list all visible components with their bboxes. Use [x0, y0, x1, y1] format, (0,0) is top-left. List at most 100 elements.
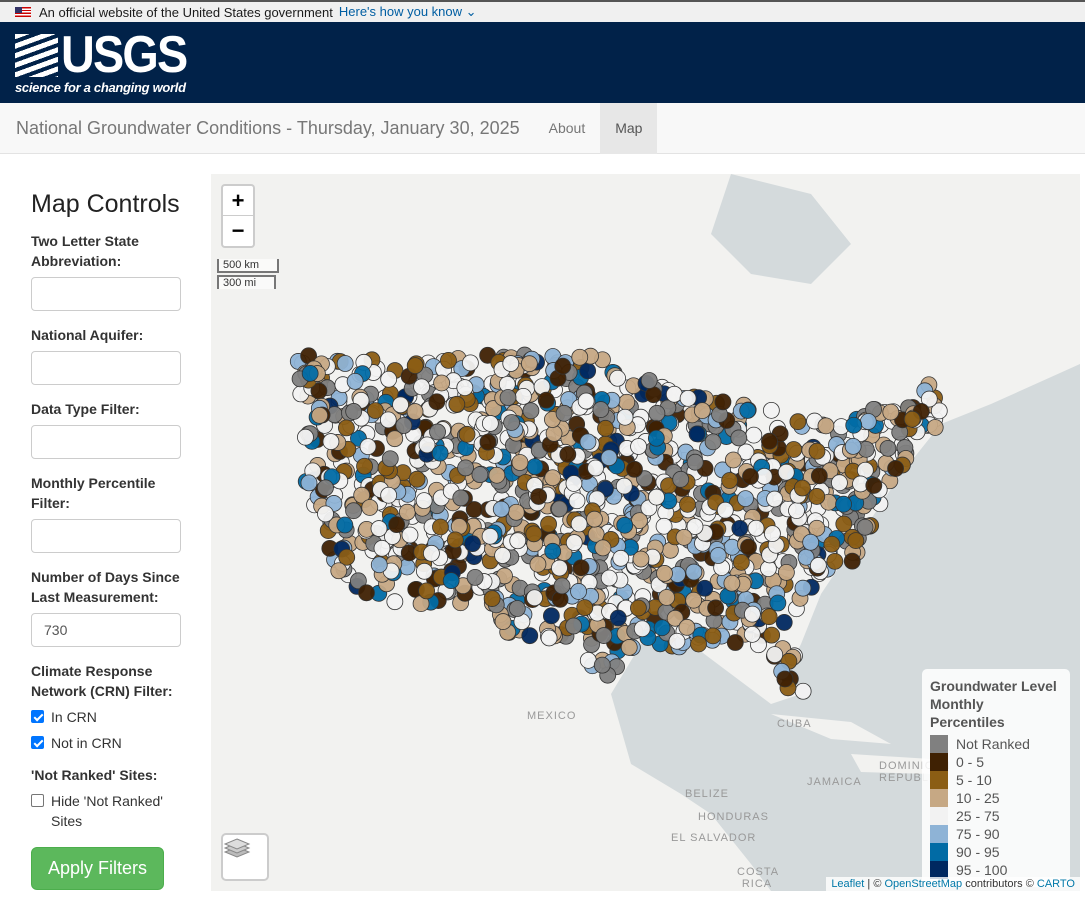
- site-marker[interactable]: [336, 355, 354, 372]
- site-marker[interactable]: [520, 355, 538, 373]
- zoom-in-button[interactable]: +: [223, 186, 253, 216]
- site-marker[interactable]: [456, 379, 474, 397]
- site-marker[interactable]: [609, 369, 626, 387]
- checkbox-icon[interactable]: [31, 794, 44, 807]
- site-marker[interactable]: [831, 474, 848, 492]
- how-you-know-link[interactable]: Here's how you know ⌄: [339, 4, 477, 20]
- site-marker[interactable]: [616, 408, 634, 426]
- site-marker[interactable]: [594, 539, 612, 557]
- site-marker[interactable]: [658, 589, 676, 606]
- aquifer-input[interactable]: [31, 351, 181, 385]
- leaflet-link[interactable]: Leaflet: [831, 878, 864, 890]
- site-marker[interactable]: [571, 348, 589, 366]
- site-marker[interactable]: [551, 559, 568, 577]
- zoom-out-button[interactable]: −: [223, 216, 253, 246]
- site-marker[interactable]: [565, 534, 583, 551]
- nav-map[interactable]: Map: [600, 102, 658, 154]
- site-marker[interactable]: [555, 404, 573, 422]
- site-marker[interactable]: [743, 605, 761, 623]
- site-marker[interactable]: [577, 392, 595, 410]
- site-marker[interactable]: [338, 419, 355, 437]
- site-marker[interactable]: [788, 502, 805, 520]
- site-marker[interactable]: [522, 402, 540, 420]
- site-marker[interactable]: [526, 458, 544, 476]
- site-marker[interactable]: [586, 510, 603, 528]
- site-marker[interactable]: [794, 682, 812, 700]
- site-marker[interactable]: [616, 516, 634, 534]
- site-marker[interactable]: [370, 520, 388, 537]
- site-marker[interactable]: [630, 599, 647, 617]
- site-marker[interactable]: [742, 468, 759, 485]
- site-marker[interactable]: [345, 502, 362, 520]
- site-marker[interactable]: [358, 584, 375, 602]
- site-marker[interactable]: [794, 579, 812, 597]
- site-marker[interactable]: [502, 355, 520, 372]
- site-marker[interactable]: [464, 535, 481, 553]
- site-marker[interactable]: [777, 463, 795, 481]
- site-marker[interactable]: [373, 539, 391, 557]
- site-marker[interactable]: [761, 432, 778, 450]
- site-marker[interactable]: [461, 354, 479, 372]
- site-marker[interactable]: [808, 519, 826, 537]
- osm-link[interactable]: OpenStreetMap: [884, 878, 962, 890]
- site-marker[interactable]: [545, 425, 563, 442]
- site-marker[interactable]: [739, 402, 757, 419]
- site-marker[interactable]: [356, 457, 373, 475]
- site-marker[interactable]: [817, 417, 835, 435]
- site-marker[interactable]: [458, 425, 476, 443]
- site-marker[interactable]: [521, 627, 539, 645]
- days-input[interactable]: [31, 613, 181, 647]
- site-marker[interactable]: [395, 417, 413, 434]
- site-marker[interactable]: [526, 589, 543, 607]
- site-marker[interactable]: [408, 470, 426, 488]
- site-marker[interactable]: [766, 646, 784, 664]
- site-marker[interactable]: [415, 562, 433, 580]
- site-marker[interactable]: [433, 374, 451, 392]
- apply-filters-button[interactable]: Apply Filters: [31, 847, 165, 890]
- layers-button[interactable]: [221, 833, 269, 881]
- site-marker[interactable]: [648, 488, 665, 506]
- site-marker[interactable]: [592, 401, 610, 418]
- site-marker[interactable]: [721, 472, 739, 489]
- site-marker[interactable]: [300, 474, 318, 492]
- site-marker[interactable]: [618, 393, 636, 411]
- site-marker[interactable]: [413, 378, 430, 396]
- site-marker[interactable]: [630, 438, 647, 455]
- site-marker[interactable]: [769, 594, 787, 612]
- site-marker[interactable]: [492, 500, 510, 518]
- site-marker[interactable]: [810, 467, 828, 485]
- site-marker[interactable]: [740, 538, 757, 556]
- site-marker[interactable]: [380, 486, 398, 504]
- site-marker[interactable]: [730, 429, 748, 447]
- site-marker[interactable]: [431, 444, 449, 462]
- site-marker[interactable]: [789, 413, 807, 431]
- site-marker[interactable]: [570, 515, 588, 533]
- site-marker[interactable]: [612, 549, 630, 567]
- site-marker[interactable]: [359, 438, 377, 456]
- site-marker[interactable]: [675, 528, 693, 546]
- site-marker[interactable]: [776, 670, 794, 688]
- site-marker[interactable]: [537, 391, 555, 409]
- site-marker[interactable]: [645, 386, 662, 404]
- site-marker[interactable]: [764, 525, 781, 543]
- site-marker[interactable]: [709, 547, 727, 564]
- site-marker[interactable]: [428, 393, 446, 411]
- site-marker[interactable]: [529, 555, 547, 573]
- site-marker[interactable]: [398, 503, 416, 521]
- site-marker[interactable]: [707, 599, 725, 617]
- site-marker[interactable]: [879, 439, 897, 457]
- carto-link[interactable]: CARTO: [1037, 878, 1075, 890]
- site-marker[interactable]: [747, 519, 765, 537]
- site-marker[interactable]: [865, 477, 883, 494]
- site-marker[interactable]: [826, 552, 844, 570]
- site-marker[interactable]: [731, 520, 749, 537]
- site-marker[interactable]: [737, 490, 754, 507]
- site-marker[interactable]: [835, 495, 852, 513]
- site-marker[interactable]: [615, 477, 633, 495]
- site-marker[interactable]: [440, 352, 457, 369]
- site-marker[interactable]: [704, 433, 722, 451]
- site-marker[interactable]: [686, 453, 704, 471]
- site-marker[interactable]: [882, 403, 900, 421]
- site-marker[interactable]: [540, 629, 558, 647]
- site-marker[interactable]: [887, 460, 904, 477]
